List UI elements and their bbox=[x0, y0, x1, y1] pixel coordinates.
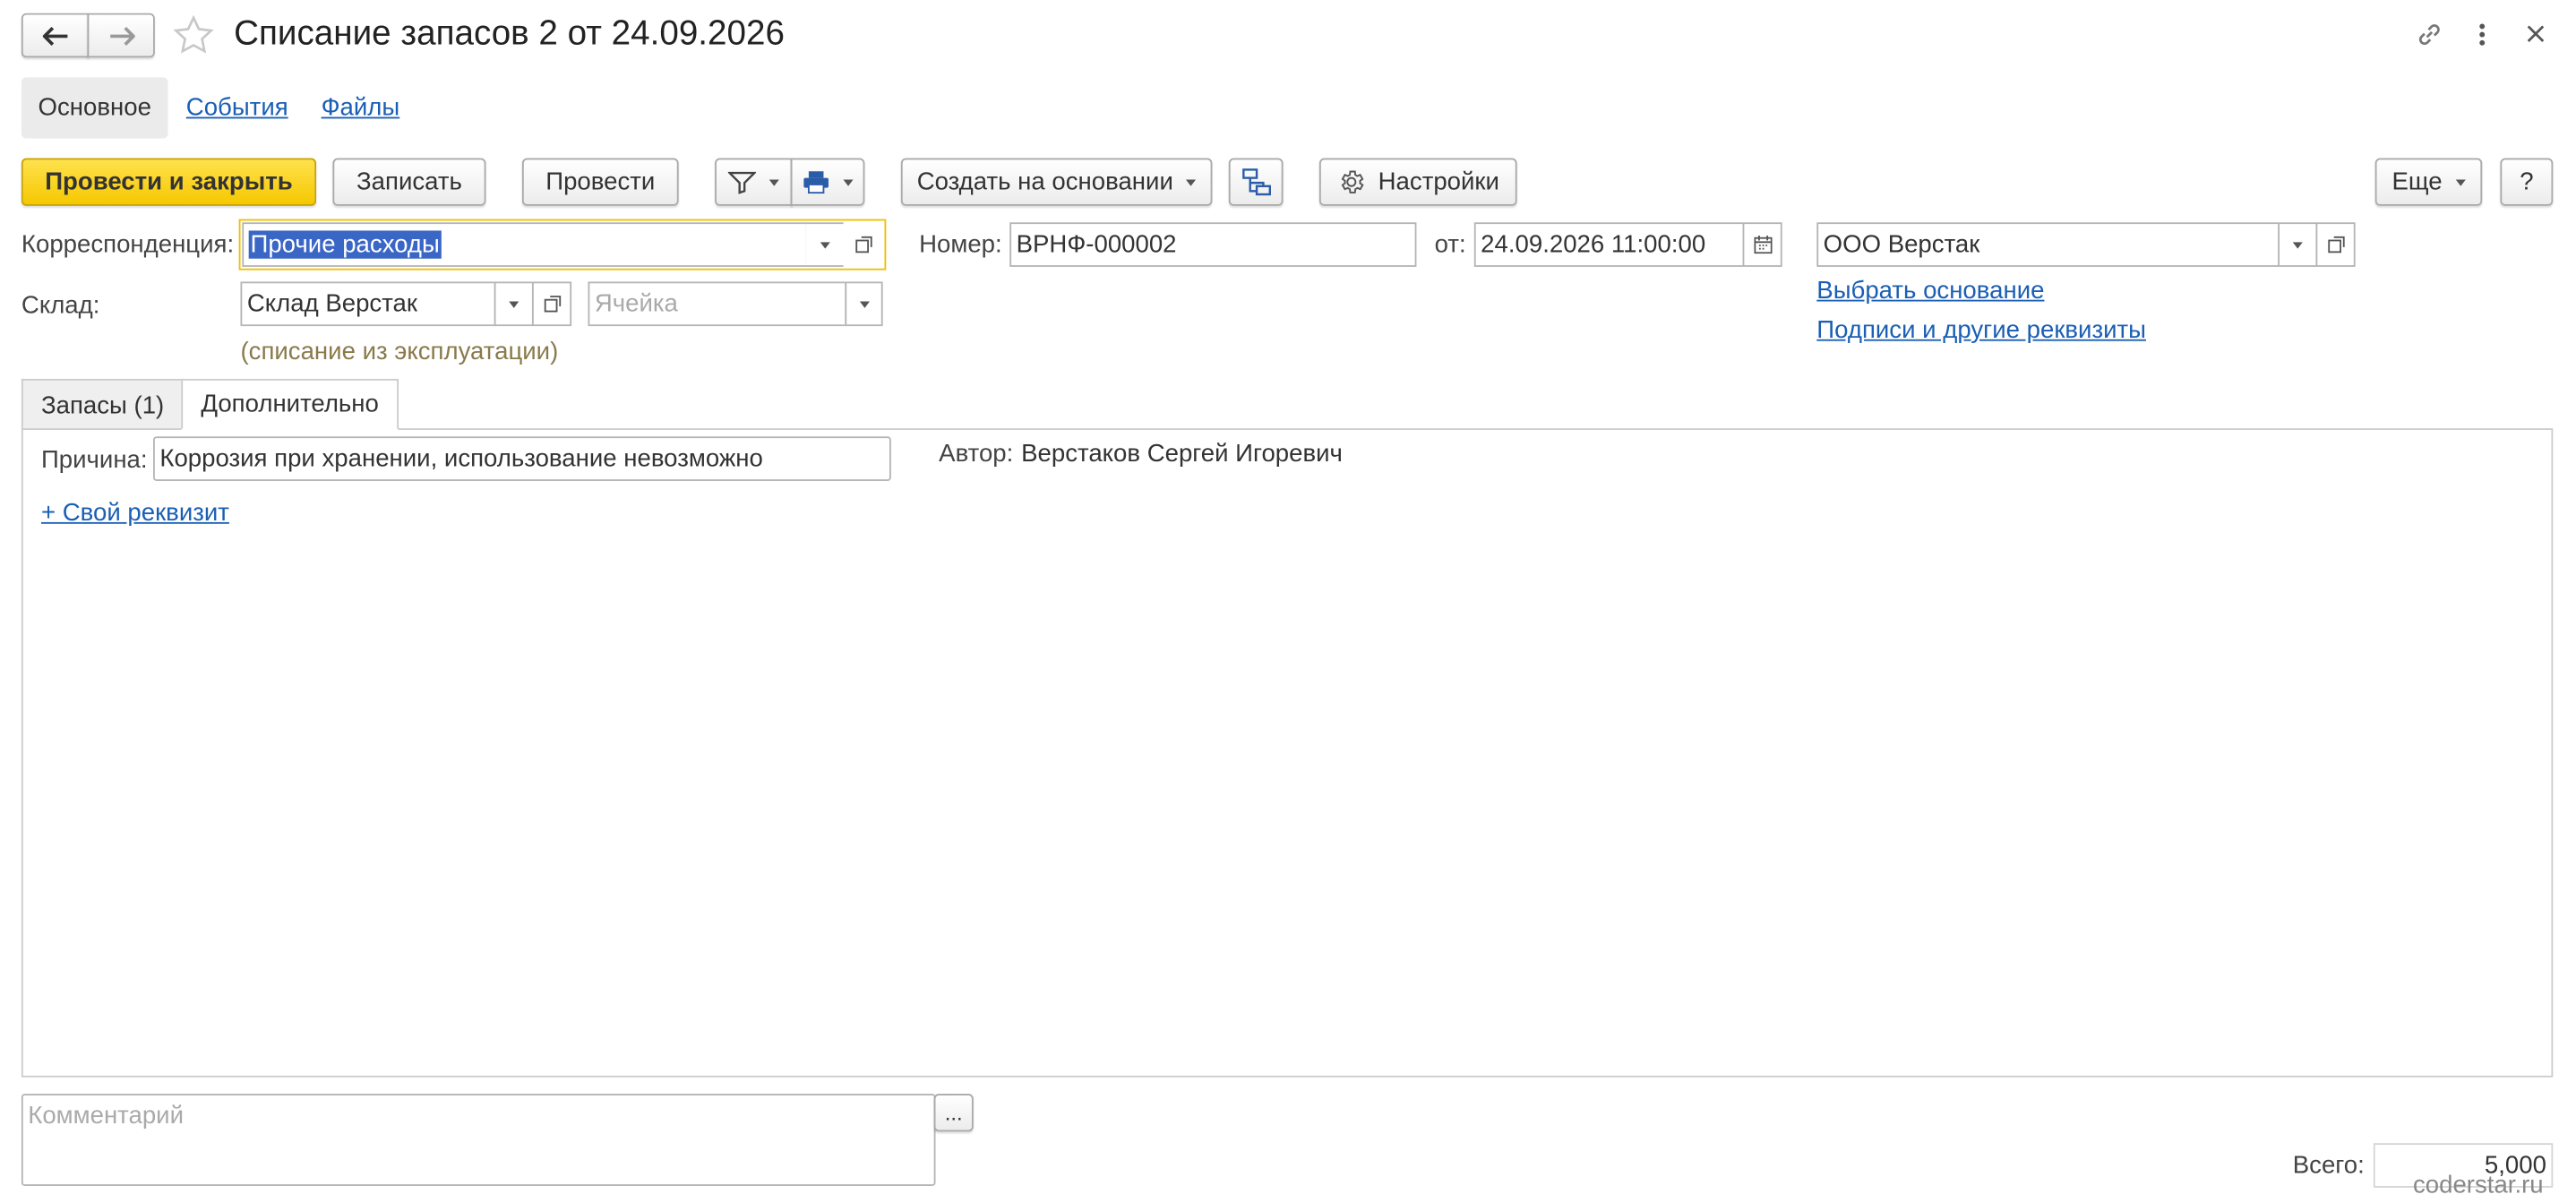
calendar-button[interactable] bbox=[1742, 222, 1782, 267]
filter-icon bbox=[727, 170, 757, 193]
additional-panel: Причина: Коррозия при хранении, использо… bbox=[21, 428, 2554, 1078]
close-icon[interactable] bbox=[2525, 23, 2546, 51]
create-on-basis-button[interactable]: Создать на основании bbox=[900, 158, 1213, 206]
comment-edit-button[interactable]: ... bbox=[933, 1094, 974, 1132]
author-value: Верстаков Сергей Игоревич bbox=[1021, 439, 1343, 468]
correspondence-input[interactable]: Прочие расходы bbox=[242, 222, 808, 267]
date-input[interactable]: 24.09.2026 11:00:00 bbox=[1473, 222, 1745, 267]
tab-sobytiya[interactable]: События bbox=[186, 94, 288, 122]
print-dropdown-button[interactable] bbox=[790, 158, 865, 206]
tab-label: Дополнительно bbox=[201, 390, 379, 419]
cell-dropdown[interactable] bbox=[845, 281, 883, 327]
post-button[interactable]: Провести bbox=[521, 158, 679, 206]
back-button[interactable] bbox=[21, 13, 90, 58]
date-label: от: bbox=[1434, 230, 1466, 259]
more-label: Еще bbox=[2391, 168, 2443, 196]
gear-icon bbox=[1341, 170, 1364, 193]
arrow-right-icon bbox=[109, 26, 134, 46]
number-label: Номер: bbox=[919, 230, 1002, 259]
total-label: Всего: bbox=[2292, 1151, 2365, 1180]
more-vertical-icon[interactable] bbox=[2474, 21, 2490, 55]
tab-faily[interactable]: Файлы bbox=[322, 94, 400, 122]
correspondence-label: Корреспонденция: bbox=[21, 230, 235, 259]
warehouse-dropdown[interactable] bbox=[494, 281, 534, 327]
organization-open[interactable] bbox=[2315, 222, 2356, 267]
filter-dropdown-button[interactable] bbox=[715, 158, 793, 206]
tab-osnovnoe[interactable]: Основное bbox=[21, 77, 168, 139]
link-icon[interactable] bbox=[2415, 20, 2444, 56]
organization-input[interactable]: ООО Верстак bbox=[1816, 222, 2280, 267]
more-button[interactable]: Еще bbox=[2374, 158, 2483, 206]
reason-label: Причина: bbox=[40, 446, 148, 475]
author-label: Автор: bbox=[939, 439, 1014, 468]
tab-label: Основное bbox=[38, 93, 151, 123]
cell-input[interactable]: Ячейка bbox=[588, 281, 847, 327]
warehouse-open[interactable] bbox=[531, 281, 572, 327]
calendar-icon bbox=[1753, 235, 1772, 254]
warehouse-input[interactable]: Склад Верстак bbox=[240, 281, 496, 327]
correspondence-value: Прочие расходы bbox=[248, 230, 442, 259]
choose-basis-link[interactable]: Выбрать основание bbox=[1816, 277, 2044, 305]
warehouse-note: (списание из эксплуатации) bbox=[240, 337, 559, 366]
arrow-left-icon bbox=[41, 26, 67, 46]
tab-zapasy[interactable]: Запасы (1) bbox=[21, 378, 185, 430]
document-form-window: Списание запасов 2 от 24.09.2026 Основно… bbox=[0, 0, 2576, 1203]
comment-textarea[interactable]: Комментарий bbox=[21, 1094, 936, 1187]
watermark: coderstar.ru bbox=[2412, 1171, 2544, 1199]
organization-dropdown[interactable] bbox=[2278, 222, 2318, 267]
open-icon bbox=[2327, 236, 2344, 253]
page-title: Списание запасов 2 от 24.09.2026 bbox=[234, 14, 785, 53]
settings-button[interactable]: Настройки bbox=[1318, 158, 1517, 206]
add-custom-attribute-link[interactable]: + Свой реквизит bbox=[41, 499, 229, 527]
open-icon bbox=[854, 236, 872, 253]
tab-dopolnitelno[interactable]: Дополнительно bbox=[181, 378, 399, 430]
warehouse-label: Склад: bbox=[21, 291, 100, 320]
print-icon bbox=[803, 171, 829, 194]
help-button[interactable]: ? bbox=[2500, 158, 2554, 206]
favorite-star-icon[interactable] bbox=[171, 13, 216, 64]
document-structure-button[interactable] bbox=[1228, 158, 1284, 206]
settings-label: Настройки bbox=[1378, 168, 1499, 196]
number-input[interactable]: ВРНФ-000002 bbox=[1009, 222, 1417, 267]
tab-label: Запасы (1) bbox=[40, 391, 165, 420]
create-on-basis-label: Создать на основании bbox=[916, 168, 1173, 196]
signatures-link[interactable]: Подписи и другие реквизиты bbox=[1816, 316, 2146, 344]
save-button[interactable]: Записать bbox=[332, 158, 486, 206]
reason-input[interactable]: Коррозия при хранении, использование нев… bbox=[153, 436, 891, 481]
open-icon bbox=[543, 296, 561, 313]
post-and-close-button[interactable]: Провести и закрыть bbox=[21, 158, 317, 206]
document-structure-icon bbox=[1241, 168, 1271, 196]
correspondence-open[interactable] bbox=[843, 222, 883, 267]
correspondence-dropdown[interactable] bbox=[805, 222, 846, 267]
forward-button[interactable] bbox=[87, 13, 155, 58]
